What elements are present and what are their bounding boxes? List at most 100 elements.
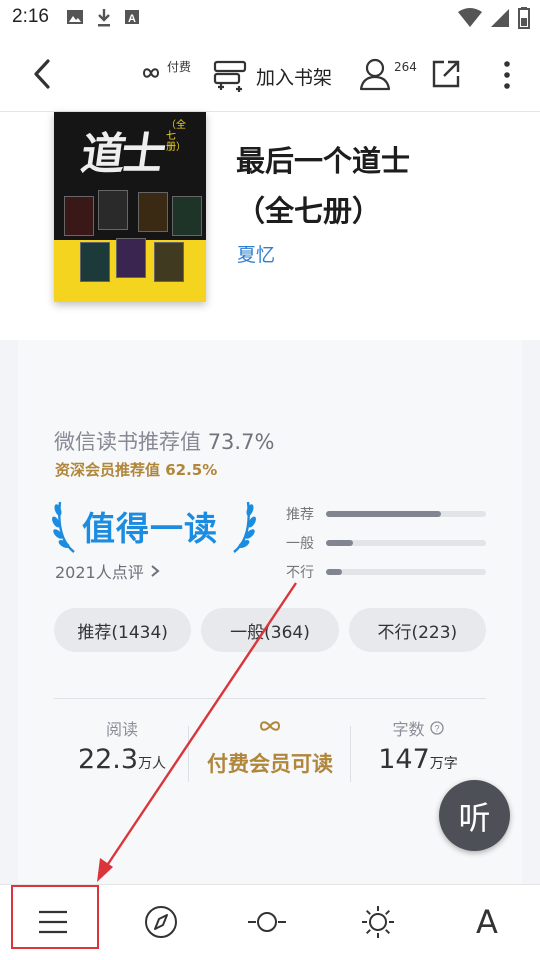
add-to-shelf-button[interactable]: 加入书架 <box>212 56 332 96</box>
a-box-icon: A <box>125 10 139 25</box>
book-title-line2: （全七册） <box>236 194 382 228</box>
stat-words: 字数 ? 147万字 <box>350 716 486 786</box>
font-icon: A <box>476 903 498 941</box>
more-button[interactable] <box>496 58 518 92</box>
discover-button[interactable] <box>131 897 191 947</box>
bookshelf-add-icon <box>213 60 247 92</box>
stat-words-number: 147 <box>378 744 430 775</box>
compass-icon <box>145 906 177 938</box>
paid-member-button[interactable]: 付费 <box>136 58 191 92</box>
book-header: 道士 （全七册） 最后一个道士 （全七册） 夏忆 <box>0 112 540 340</box>
stat-membership[interactable]: 付费会员可读 <box>190 716 350 786</box>
senior-recommend-value: 资深会员推荐值 62.5% <box>55 461 218 479</box>
rating-bar-label: 一般 <box>286 536 314 552</box>
rating-bar-row: 推荐 <box>286 504 486 533</box>
cover-mini-book <box>138 192 168 232</box>
cover-mini-book <box>116 238 146 278</box>
chevron-left-icon <box>34 59 50 89</box>
stat-membership-value: 付费会员可读 <box>207 752 333 776</box>
svg-text:?: ? <box>434 724 439 734</box>
cover-title: 道士 <box>77 129 165 180</box>
user-icon <box>359 58 391 91</box>
annotation-highlight-box <box>11 885 99 949</box>
cover-mini-book <box>80 242 110 282</box>
add-to-shelf-label: 加入书架 <box>256 66 333 89</box>
rating-bar-row: 不行 <box>286 562 486 591</box>
wifi-icon <box>458 8 482 27</box>
top-toolbar: 付费 加入书架 264 <box>0 36 540 112</box>
book-author[interactable]: 夏忆 <box>237 240 275 267</box>
brightness-icon <box>362 906 394 938</box>
divider <box>54 698 486 699</box>
filter-neutral-button[interactable]: 一般(364) <box>201 608 339 652</box>
stat-membership-icon-wrap <box>190 716 350 742</box>
stat-readers: 阅读 22.3万人 <box>54 716 190 786</box>
infinity-icon <box>142 68 160 78</box>
worth-reading-badge: 值得一读 <box>50 496 260 556</box>
cover-mini-book <box>98 190 128 230</box>
svg-text:A: A <box>128 13 136 25</box>
filter-bad-button[interactable]: 不行(223) <box>348 608 486 652</box>
cover-mini-book <box>64 196 94 236</box>
brightness-button[interactable] <box>348 897 408 947</box>
stat-readers-value: 22.3万人 <box>54 744 190 775</box>
share-icon <box>432 60 460 88</box>
book-cover[interactable]: 道士 （全七册） <box>54 112 206 302</box>
status-time: 2:16 <box>12 6 49 27</box>
rating-bar-track <box>326 569 486 575</box>
paid-label: 付费 <box>167 60 192 74</box>
reviewers-count: 264 <box>394 60 417 74</box>
laurel-left-icon <box>52 501 75 553</box>
progress-button[interactable] <box>237 897 297 947</box>
stat-readers-number: 22.3 <box>77 744 139 775</box>
stat-separator <box>188 726 189 782</box>
reviews-count-label: 2021人点评 <box>55 563 144 582</box>
cover-subtitle: （全七册） <box>166 120 186 153</box>
more-vertical-icon <box>504 61 510 89</box>
stat-words-unit: 万字 <box>429 756 458 772</box>
stat-words-label: 字数 <box>392 720 425 739</box>
rating-bar-track <box>326 540 486 546</box>
status-system <box>458 7 530 29</box>
rating-distribution: 推荐 一般 不行 <box>286 504 486 591</box>
cover-mini-book <box>172 196 202 236</box>
rating-bar-fill <box>326 511 442 517</box>
recommend-percent: 73.7% <box>207 430 275 454</box>
image-icon <box>67 10 83 24</box>
recommend-label: 微信读书推荐值 <box>54 430 201 454</box>
battery-icon <box>518 7 530 29</box>
recommend-value: 微信读书推荐值 73.7% <box>54 426 274 456</box>
rating-bar-label: 推荐 <box>286 507 314 523</box>
book-stats: 阅读 22.3万人 付费会员可读 字数 ? 147万字 <box>54 716 486 786</box>
stat-readers-label: 阅读 <box>105 720 138 739</box>
download-icon <box>98 9 110 27</box>
help-icon[interactable]: ? <box>429 721 444 735</box>
rating-bar-track <box>326 511 486 517</box>
progress-icon <box>248 912 286 932</box>
chevron-right-icon <box>151 565 160 577</box>
infinity-icon <box>259 721 281 731</box>
worth-reading-text: 值得一读 <box>82 509 218 548</box>
status-notifications: A <box>66 8 140 28</box>
share-button[interactable] <box>430 58 462 90</box>
book-title-line1: 最后一个道士 <box>236 144 411 178</box>
rating-bar-row: 一般 <box>286 533 486 562</box>
listen-button[interactable]: 听 <box>439 780 510 851</box>
filter-recommend-button[interactable]: 推荐(1434) <box>54 608 192 652</box>
stat-words-label-row: 字数 ? <box>350 716 486 742</box>
reviews-link[interactable]: 2021人点评 <box>55 559 160 583</box>
book-title: 最后一个道士 （全七册） <box>236 136 410 236</box>
font-settings-button[interactable]: A <box>457 897 517 947</box>
laurel-right-icon <box>233 501 256 553</box>
cover-mini-book <box>154 242 184 282</box>
rating-bar-label: 不行 <box>286 565 314 581</box>
stat-readers-unit: 万人 <box>138 756 167 772</box>
reviewers-button[interactable]: 264 <box>358 56 417 96</box>
rating-bar-fill <box>326 569 342 575</box>
signal-icon <box>491 9 509 27</box>
status-bar: 2:16 A <box>0 0 540 36</box>
back-button[interactable] <box>26 56 60 92</box>
stat-words-value: 147万字 <box>350 744 486 775</box>
review-filter-row: 推荐(1434) 一般(364) 不行(223) <box>54 608 486 652</box>
rating-bar-fill <box>326 540 354 546</box>
